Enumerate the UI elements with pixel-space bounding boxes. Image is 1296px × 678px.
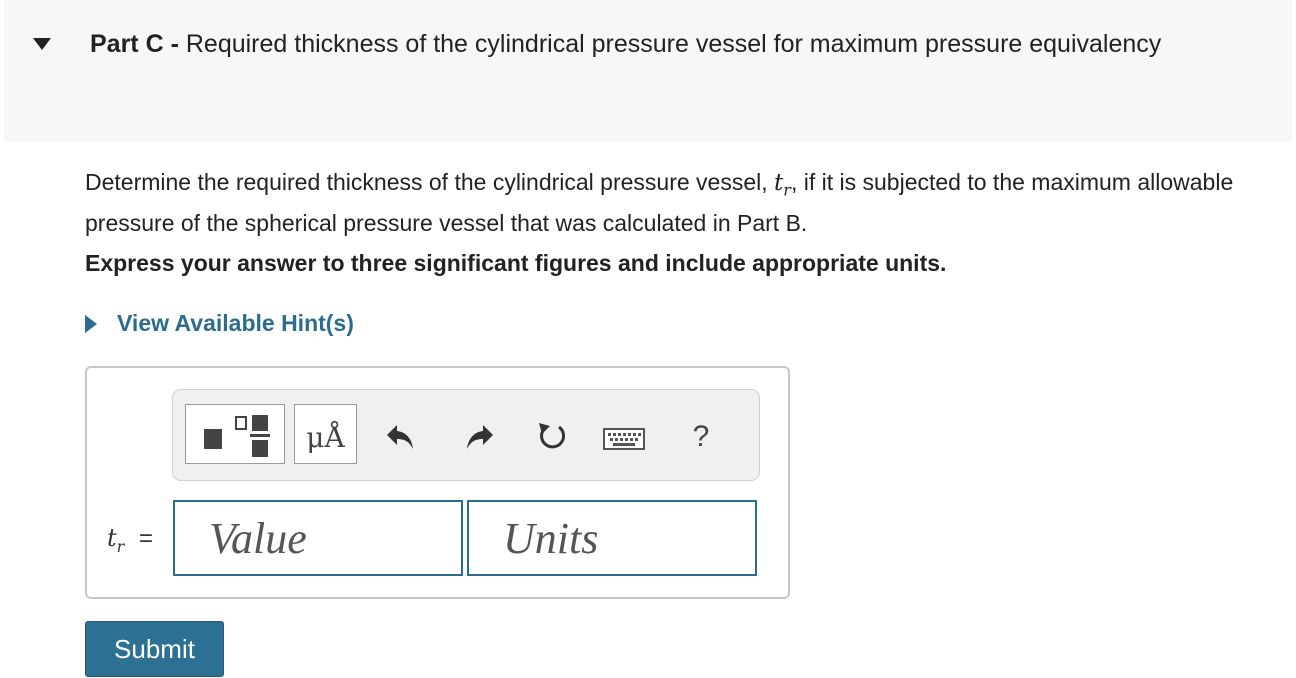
question-variable: tr [774, 170, 791, 200]
expand-triangle-icon [85, 314, 97, 333]
view-hints-label: View Available Hint(s) [117, 310, 354, 336]
redo-icon[interactable] [462, 420, 496, 454]
fraction-template-icon [204, 415, 270, 457]
units-label: μÅ [306, 421, 345, 454]
answer-instruction: Express your answer to three significant… [85, 250, 947, 276]
part-header [4, 0, 1292, 142]
units-input[interactable] [467, 500, 757, 576]
part-title: Part C - Required thickness of the cylin… [33, 28, 1233, 61]
question-text: Determine the required thickness of the … [85, 166, 1285, 239]
units-button[interactable]: μÅ [294, 404, 357, 464]
part-label: Part C - [90, 30, 179, 58]
help-label: ? [692, 420, 710, 453]
help-button[interactable]: ? [681, 420, 721, 456]
templates-button[interactable] [185, 404, 285, 464]
answer-variable-label: tr = [107, 524, 153, 556]
math-toolbar: μÅ ? [172, 389, 760, 481]
reset-icon[interactable] [535, 420, 569, 454]
value-input[interactable] [173, 500, 463, 576]
question-text-before: Determine the required thickness of the … [85, 169, 775, 195]
submit-button[interactable]: Submit [85, 621, 224, 677]
keyboard-icon[interactable] [603, 428, 645, 450]
undo-icon[interactable] [384, 420, 418, 454]
view-hints-link[interactable]: View Available Hint(s) [85, 310, 354, 337]
part-title-text: Required thickness of the cylindrical pr… [185, 30, 1162, 58]
